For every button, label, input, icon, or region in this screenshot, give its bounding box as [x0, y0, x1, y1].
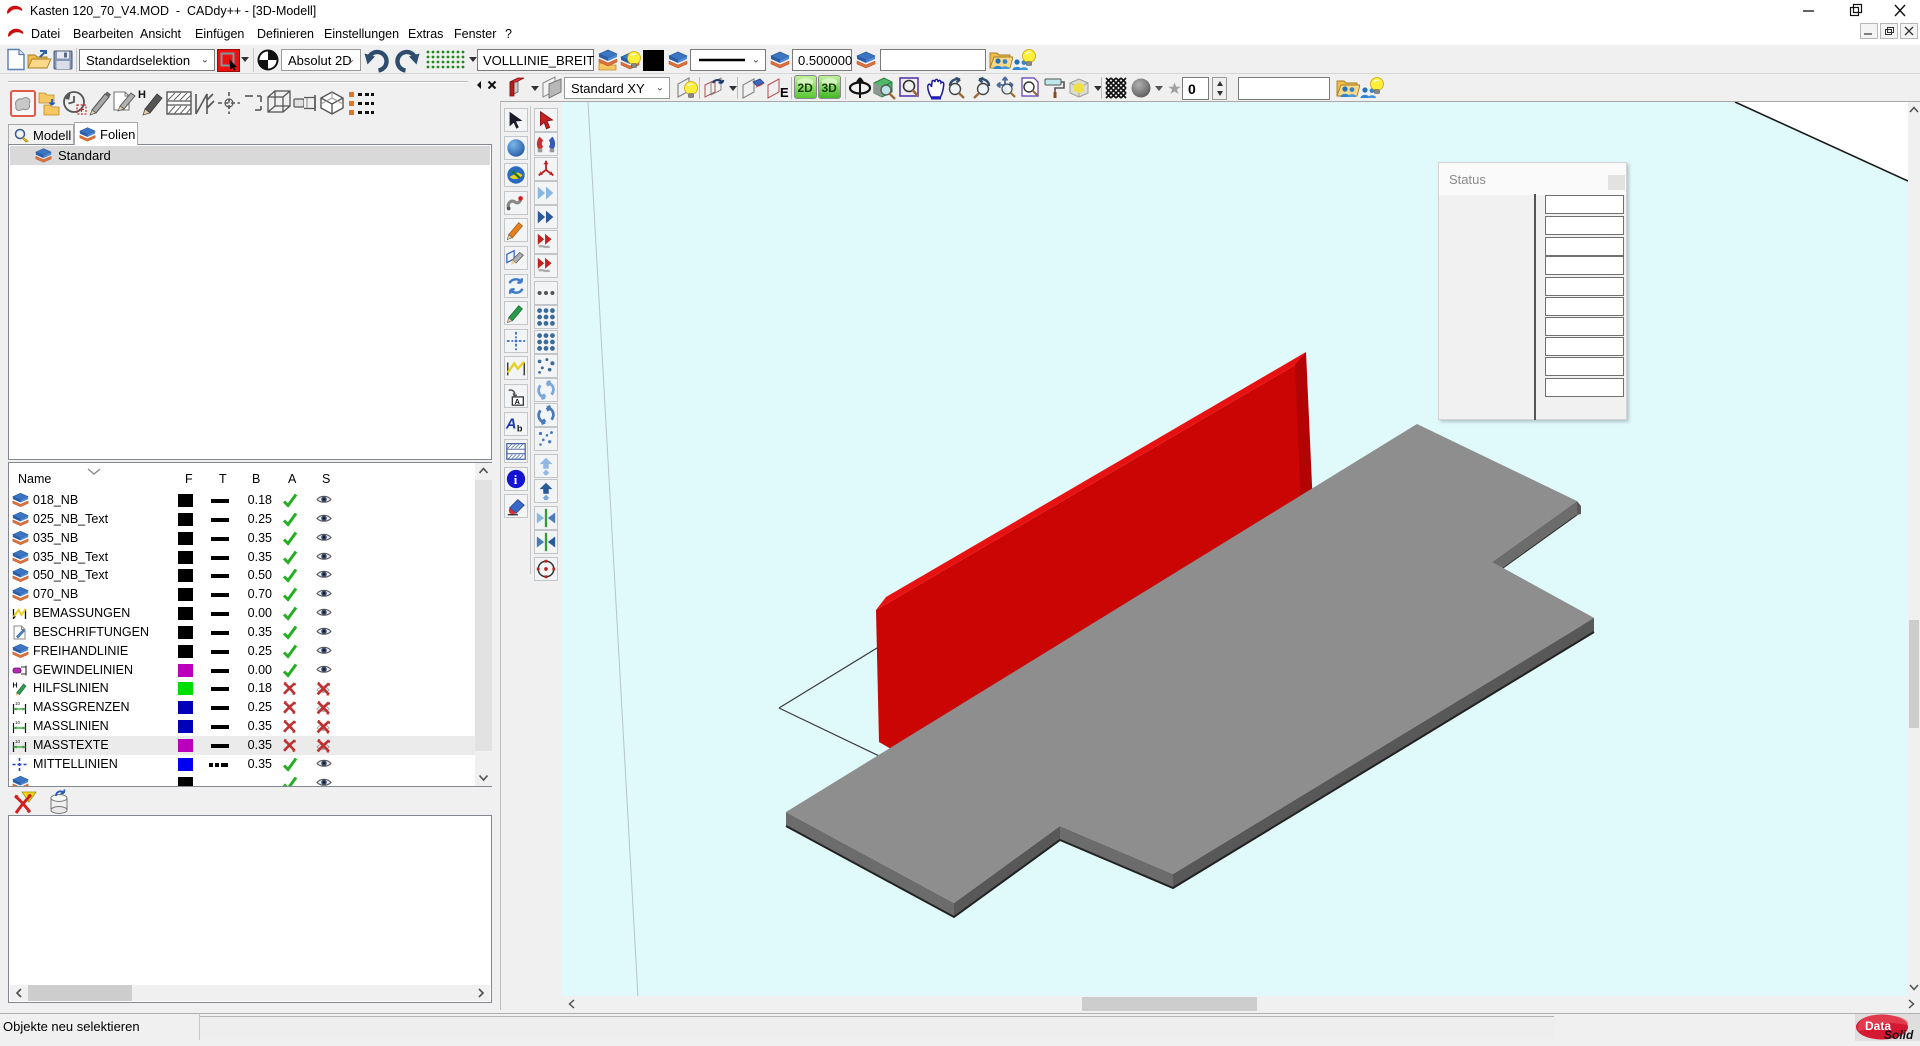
svg-text:H: H [138, 89, 146, 101]
svg-text:A: A [505, 417, 517, 433]
svg-text:3D: 3D [822, 81, 838, 95]
svg-text:2D: 2D [798, 81, 814, 95]
svg-text:b: b [517, 423, 523, 433]
svg-text:i: i [514, 473, 518, 487]
svg-text:E: E [780, 85, 789, 100]
svg-text:Solid: Solid [1884, 1028, 1914, 1041]
svg-text:A: A [515, 397, 521, 406]
